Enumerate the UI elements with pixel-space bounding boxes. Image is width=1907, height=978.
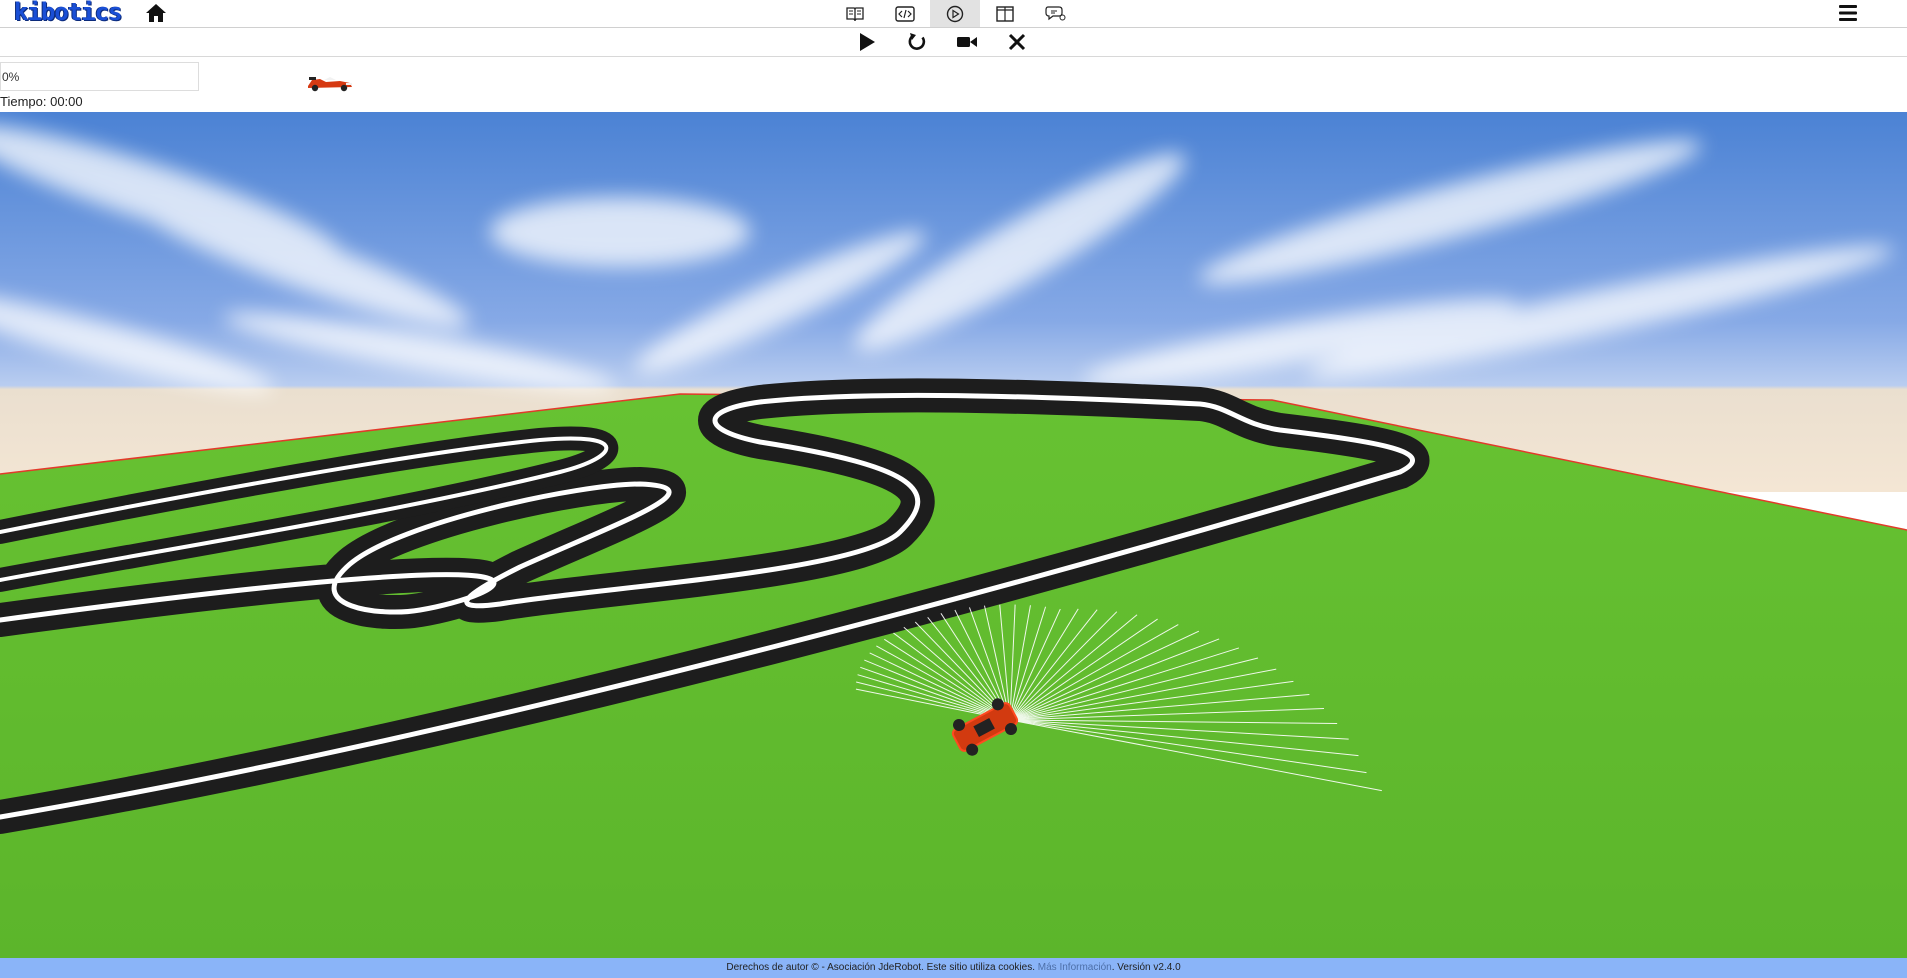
elapsed-time: Tiempo: 00:00 — [0, 94, 83, 109]
footer: Derechos de autor © - Asociación JdeRobo… — [0, 958, 1907, 978]
progress-bar: 0% — [0, 62, 199, 91]
hamburger-menu-icon[interactable] — [1836, 1, 1860, 25]
footer-version: . Versión v2.4.0 — [1111, 962, 1181, 973]
code-icon[interactable] — [880, 0, 930, 27]
kibotics-logo[interactable]: kibotics — [14, 0, 123, 26]
close-icon[interactable] — [1003, 30, 1031, 54]
split-view-icon[interactable] — [980, 0, 1030, 27]
progress-label: 0% — [2, 70, 20, 84]
view-tabs — [830, 0, 1080, 27]
simulation-3d-view[interactable] — [0, 112, 1907, 958]
more-info-link[interactable]: Más Información — [1038, 962, 1112, 973]
home-icon[interactable] — [144, 1, 168, 25]
top-navbar: kibotics — [0, 0, 1907, 28]
footer-copyright: Derechos de autor © - Asociación JdeRobo… — [726, 962, 1038, 973]
play-icon[interactable] — [853, 30, 881, 54]
book-icon[interactable] — [830, 0, 880, 27]
reset-icon[interactable] — [903, 30, 931, 54]
simulation-controls — [0, 28, 1907, 57]
play-circle-icon[interactable] — [930, 0, 980, 27]
car-thumbnail — [306, 74, 354, 97]
camera-icon[interactable] — [953, 30, 981, 54]
chat-icon[interactable] — [1030, 0, 1080, 27]
